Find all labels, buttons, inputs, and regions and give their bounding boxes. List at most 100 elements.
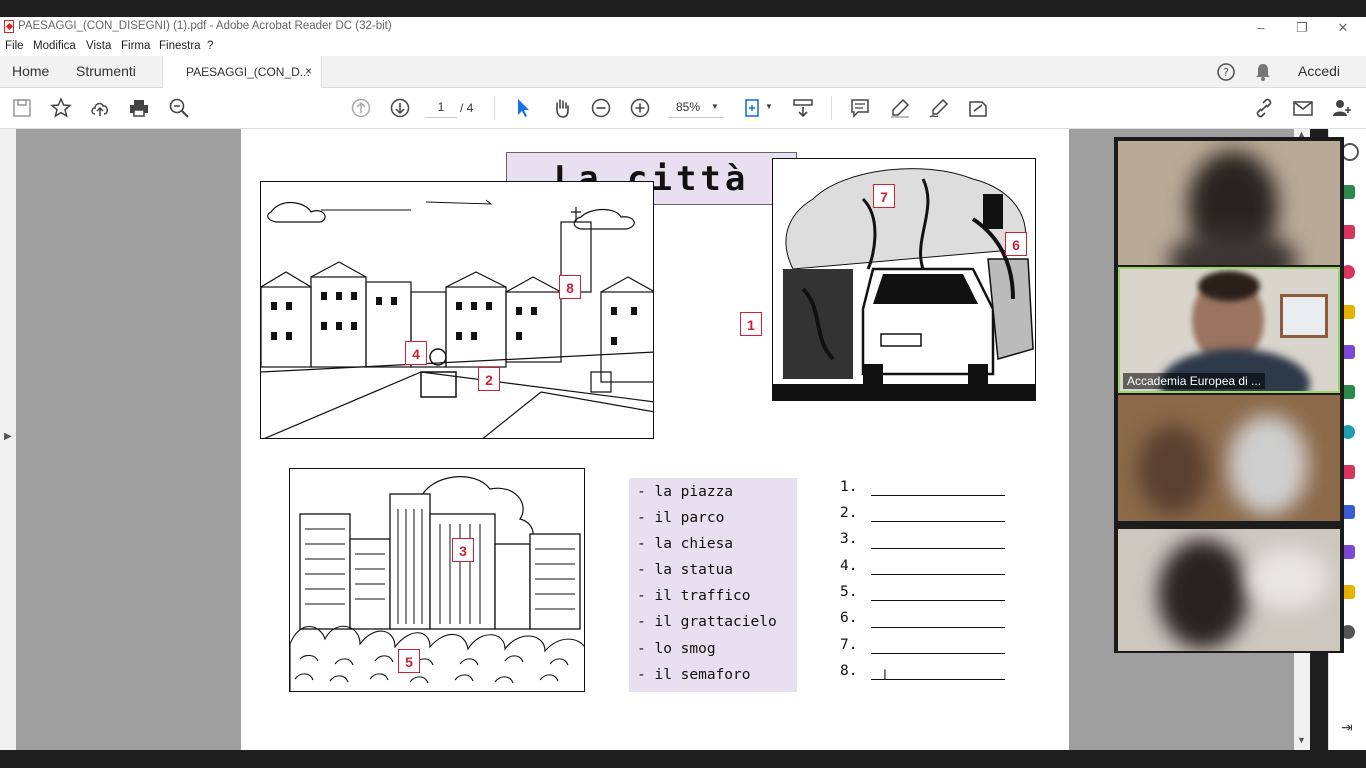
close-tab-icon[interactable]: × <box>305 64 312 78</box>
menu-help[interactable]: ? <box>207 40 213 52</box>
answer-line[interactable] <box>871 548 1005 549</box>
chevron-down-icon[interactable]: ▼ <box>765 102 773 111</box>
answer-line[interactable] <box>871 521 1005 522</box>
label-4: 4 <box>405 341 427 365</box>
answer-number: 4. <box>840 558 858 574</box>
minimize-button[interactable]: – <box>1240 17 1282 38</box>
answer-line[interactable] <box>871 653 1005 654</box>
label-3: 3 <box>452 538 474 562</box>
answer-number: 3. <box>840 531 858 547</box>
label-8: 8 <box>559 275 581 299</box>
zoom-level-select[interactable]: 85% ▼ <box>668 97 724 118</box>
label-2: 2 <box>478 367 500 391</box>
zoom-out-icon[interactable] <box>590 97 612 119</box>
vocab-item: - il semaforo <box>637 667 751 683</box>
menu-finestra[interactable]: Finestra <box>159 40 201 52</box>
tab-document-label: PAESAGGI_(CON_D... <box>186 65 310 79</box>
answer-line[interactable] <box>871 574 1005 575</box>
vocabulary-box: - la piazza - il parco - la chiesa - la … <box>629 478 797 692</box>
menu-vista[interactable]: Vista <box>86 40 111 52</box>
scroll-down-icon[interactable]: ▼ <box>1297 735 1306 745</box>
collapse-panel-icon[interactable]: ⇥ <box>1341 719 1353 736</box>
signin-button[interactable]: Accedi <box>1298 63 1340 79</box>
answer-line[interactable] <box>871 600 1005 601</box>
vocab-item: - il traffico <box>637 588 751 604</box>
help-icon[interactable]: ? <box>1216 62 1236 82</box>
page-fit-icon[interactable] <box>742 97 764 119</box>
highlight-pen-icon[interactable] <box>889 97 911 119</box>
pdf-page: La città 1 2 3 4 5 6 7 8 - la piazza - i… <box>241 129 1069 750</box>
illustration-traffic <box>772 158 1036 401</box>
share-link-icon[interactable] <box>1253 97 1275 119</box>
label-6: 6 <box>1005 232 1027 256</box>
answer-number: 2. <box>840 505 858 521</box>
menu-modifica[interactable]: Modifica <box>33 40 76 52</box>
answer-number: 1. <box>840 479 858 495</box>
scroll-mode-icon[interactable] <box>792 97 814 119</box>
tab-document[interactable]: PAESAGGI_(CON_D... × <box>162 56 322 88</box>
illustration-skyscrapers <box>289 468 585 692</box>
zoom-level-value: 85% <box>676 100 701 114</box>
zoom-out-search-icon[interactable] <box>168 97 190 119</box>
label-5: 5 <box>398 649 420 673</box>
menu-file[interactable]: File <box>5 40 24 52</box>
participant-video-1[interactable] <box>1118 141 1340 265</box>
close-window-button[interactable]: ✕ <box>1322 17 1364 38</box>
participant-name-label: Accademia Europea di ... <box>1123 373 1266 389</box>
expand-arrow-icon[interactable]: ▶ <box>4 431 12 442</box>
answer-number: 6. <box>840 610 858 626</box>
page-number-input[interactable]: 1 <box>425 97 457 118</box>
toolbar-divider <box>831 96 832 120</box>
label-7: 7 <box>873 184 895 208</box>
restore-button[interactable]: ❐ <box>1281 17 1323 38</box>
email-icon[interactable] <box>1292 97 1314 119</box>
star-icon[interactable] <box>50 97 72 119</box>
previous-page-icon[interactable] <box>350 97 372 119</box>
vocab-item: - il grattacielo <box>637 614 777 630</box>
answer-number: 5. <box>840 584 858 600</box>
illustration-square <box>260 181 654 439</box>
navigation-pane-toggle[interactable]: ▶ <box>0 129 16 750</box>
draw-pen-icon[interactable] <box>928 97 950 119</box>
chevron-down-icon: ▼ <box>711 102 719 111</box>
answer-line[interactable] <box>871 679 1005 680</box>
vocab-item: - la chiesa <box>637 536 734 552</box>
add-user-icon[interactable] <box>1331 97 1353 119</box>
participant-video-active[interactable]: Accademia Europea di ... <box>1118 267 1340 393</box>
hand-tool-icon[interactable] <box>551 97 573 119</box>
label-1: 1 <box>740 312 762 336</box>
tab-bar: Home Strumenti PAESAGGI_(CON_D... × ? Ac… <box>0 56 1366 88</box>
video-participants-panel: Accademia Europea di ... <box>1114 137 1344 653</box>
bottom-strip <box>0 750 1366 768</box>
pdf-app-icon <box>4 20 14 33</box>
sign-icon[interactable] <box>967 97 989 119</box>
tab-home[interactable]: Home <box>12 63 49 79</box>
participant-video-3[interactable] <box>1118 395 1340 521</box>
answer-number: 7. <box>840 637 858 653</box>
tab-tools[interactable]: Strumenti <box>76 63 136 79</box>
toolbar: 1 / 4 85% ▼ ▼ <box>0 88 1366 129</box>
top-strip <box>0 0 1366 17</box>
save-icon[interactable] <box>11 97 33 119</box>
vocab-item: - lo smog <box>637 641 716 657</box>
answer-number: 8. <box>840 663 858 679</box>
title-bar: PAESAGGI_(CON_DISEGNI) (1).pdf - Adobe A… <box>0 17 1366 38</box>
vocab-item: - la piazza <box>637 484 734 500</box>
answer-line[interactable] <box>871 495 1005 496</box>
vocab-item: - la statua <box>637 562 734 578</box>
zoom-in-icon[interactable] <box>629 97 651 119</box>
menu-firma[interactable]: Firma <box>121 40 150 52</box>
print-icon[interactable] <box>128 97 150 119</box>
bell-icon[interactable] <box>1254 62 1272 82</box>
menu-bar: File Modifica Vista Firma Finestra ? <box>0 38 1366 57</box>
answer-line[interactable] <box>871 627 1005 628</box>
next-page-icon[interactable] <box>389 97 411 119</box>
text-cursor-icon: I <box>883 666 887 682</box>
vocab-item: - il parco <box>637 510 725 526</box>
upload-cloud-icon[interactable] <box>89 97 111 119</box>
comment-icon[interactable] <box>849 97 871 119</box>
page-total: / 4 <box>460 101 474 115</box>
toolbar-divider <box>494 96 495 120</box>
participant-video-4[interactable] <box>1118 529 1340 651</box>
select-cursor-icon[interactable] <box>512 97 534 119</box>
